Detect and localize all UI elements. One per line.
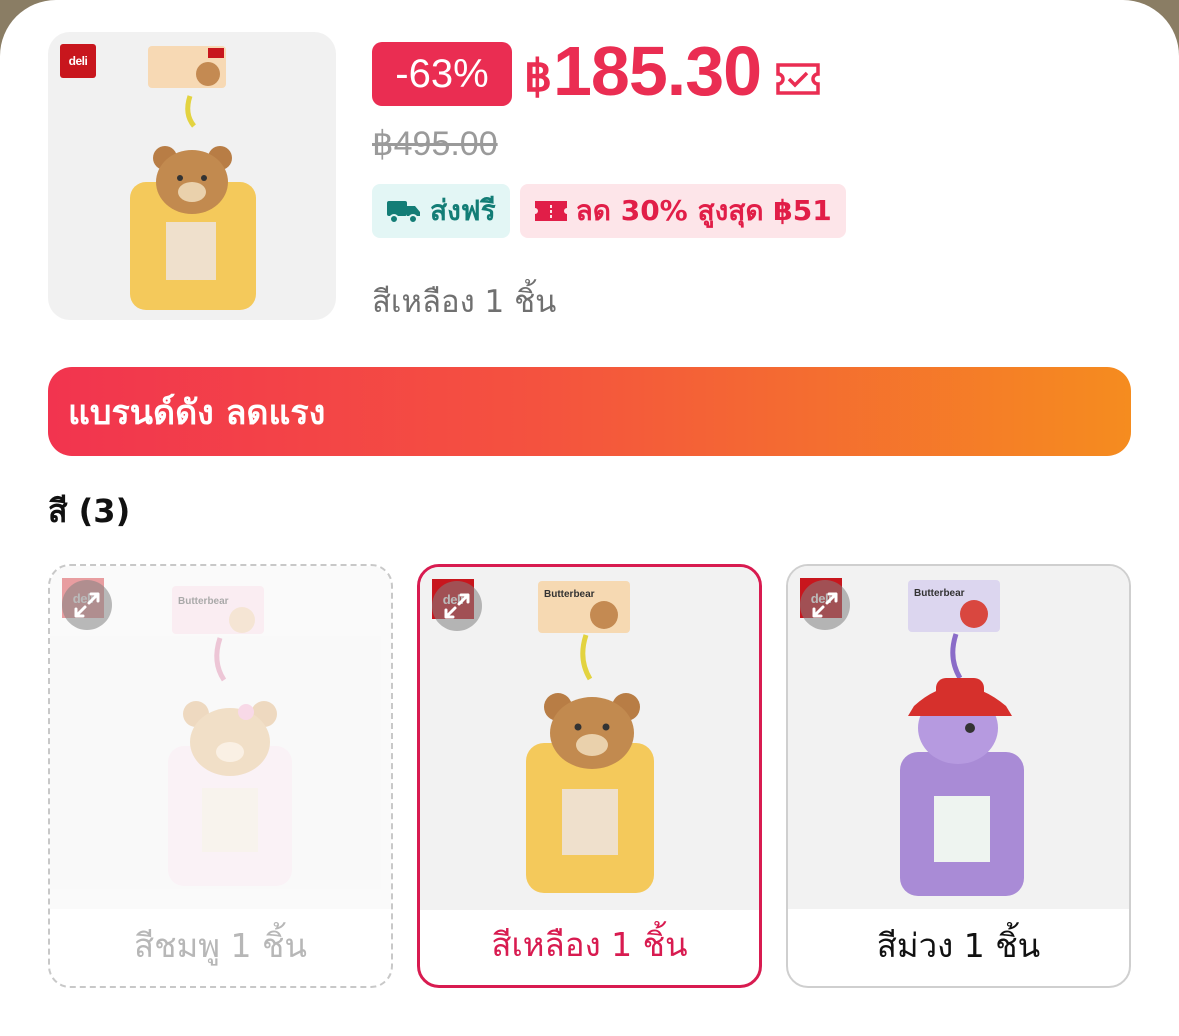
selected-variant-text: สีเหลือง 1 ชิ้น: [372, 284, 557, 320]
deli-logo: deli: [60, 44, 96, 78]
expand-image-button[interactable]: [800, 580, 850, 630]
packaging-brand-text: Butterbear: [914, 588, 965, 599]
expand-icon: [74, 592, 100, 618]
free-shipping-tag: ส่งฟรี: [372, 184, 510, 238]
free-shipping-label: ส่งฟรี: [430, 194, 496, 227]
price-row: -63% ฿185.30: [372, 36, 821, 109]
expand-image-button[interactable]: [432, 581, 482, 631]
currency-symbol: ฿: [524, 52, 552, 101]
variant-option-yellow[interactable]: Butterbear deli สีเหลือง 1 ชิ้น: [417, 564, 762, 988]
variant-label: สีเหลือง 1 ชิ้น: [491, 925, 688, 964]
coupon-label: ลด 30% สูงสุด ฿51: [575, 194, 832, 227]
voucher-check-icon[interactable]: [775, 62, 821, 96]
ticket-icon: [534, 201, 567, 221]
variant-label: สีชมพู 1 ชิ้น: [134, 926, 307, 965]
packaging-brand-text: Butterbear: [178, 596, 229, 607]
expand-image-button[interactable]: [62, 580, 112, 630]
coupon-tag[interactable]: ลด 30% สูงสุด ฿51: [519, 184, 846, 238]
product-sheet: deli -63% ฿185.30 ฿495.00 ส่งฟรี ลด 30% …: [0, 0, 1179, 1036]
variant-option-pink[interactable]: Butterbear deli สีชมพู 1 ชิ้น: [48, 564, 393, 988]
packaging-brand-text: Butterbear: [544, 589, 595, 600]
original-price: ฿495.00: [372, 125, 498, 163]
promo-banner-text: แบรนด์ดัง ลดแรง: [68, 392, 326, 433]
truck-icon: [387, 201, 420, 224]
expand-icon: [444, 593, 470, 619]
variant-label: สีม่วง 1 ชิ้น: [876, 926, 1041, 965]
expand-icon: [812, 592, 838, 618]
current-price: ฿185.30: [524, 36, 762, 109]
product-thumbnail[interactable]: deli: [48, 32, 336, 320]
price-value: 185.30: [553, 32, 762, 110]
promo-banner: แบรนด์ดัง ลดแรง: [48, 367, 1131, 456]
variant-option-purple[interactable]: Butterbear deli สีม่วง 1 ชิ้น: [786, 564, 1131, 988]
promo-tags: ส่งฟรี ลด 30% สูงสุด ฿51: [372, 184, 846, 238]
discount-badge: -63%: [372, 42, 512, 106]
color-section-heading: สี (3): [48, 492, 131, 530]
